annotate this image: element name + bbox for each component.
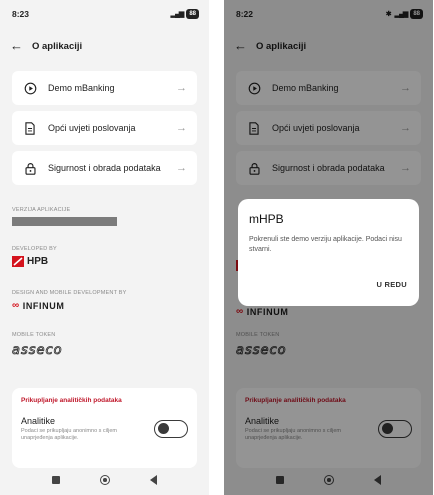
status-time: 8:23 — [12, 9, 30, 19]
analytics-section-title: Prikupljanje analitičkih podataka — [21, 397, 122, 404]
hpb-logo-icon — [12, 256, 24, 267]
developed-by-label: DEVELOPED BY — [12, 246, 57, 252]
page-title: O aplikaciji — [32, 40, 83, 52]
version-label: VERZIJA APLIKACIJE — [12, 207, 71, 213]
toggle-knob — [157, 423, 169, 434]
back-arrow-icon[interactable]: ← — [10, 39, 24, 53]
menu-item-label: Demo mBanking — [48, 83, 115, 93]
version-section: VERZIJA APLIKACIJE — [12, 207, 197, 226]
menu-item-security[interactable]: Sigurnost i obrada podataka → — [12, 151, 197, 185]
arrow-right-icon: → — [176, 82, 187, 94]
version-value-redacted — [12, 217, 117, 226]
about-screen-with-dialog: 8:22 ✱ ▂▄▆ 88 ← O aplikaciji Demo mBanki… — [224, 0, 433, 495]
signal-icon: ▂▄▆ — [170, 11, 185, 18]
menu-item-label: Opći uvjeti poslovanja — [48, 123, 136, 133]
play-circle-icon — [22, 80, 38, 96]
menu-item-demo-mbanking[interactable]: Demo mBanking → — [12, 71, 197, 105]
mobile-token-section: MOBILE TOKEN asseco — [12, 332, 197, 362]
mobile-token-label: MOBILE TOKEN — [12, 332, 56, 338]
arrow-right-icon: → — [176, 122, 187, 134]
document-icon — [22, 120, 38, 136]
arrow-right-icon: → — [176, 162, 187, 174]
analytics-description: Podaci se prikupljaju anonimno s ciljem … — [21, 428, 117, 441]
analytics-toggle[interactable] — [154, 420, 188, 438]
dialog-title: mHPB — [249, 212, 284, 226]
infinum-logo: ∞ INFINUM — [12, 300, 65, 311]
infinity-icon: ∞ — [12, 300, 20, 311]
dialog-ok-button[interactable]: U REDU — [376, 280, 407, 289]
status-bar: 8:23 ▂▄▆ 88 — [0, 0, 209, 28]
home-icon[interactable] — [100, 475, 110, 485]
battery-icon: 88 — [186, 9, 199, 19]
about-screen: 8:23 ▂▄▆ 88 ← O aplikaciji Demo mBanking… — [0, 0, 209, 495]
developed-by-section: DEVELOPED BY HPB — [12, 246, 197, 267]
asseco-logo: asseco — [12, 343, 197, 362]
hpb-logo: HPB — [12, 256, 197, 267]
app-bar: ← O aplikaciji — [0, 28, 209, 64]
system-nav-bar — [0, 475, 209, 485]
menu-item-label: Sigurnost i obrada podataka — [48, 163, 161, 173]
design-section: DESIGN AND MOBILE DEVELOPMENT BY ∞ INFIN… — [12, 290, 197, 311]
dialog-message: Pokrenuli ste demo verziju aplikacije. P… — [249, 236, 402, 253]
back-triangle-icon[interactable] — [150, 475, 157, 485]
analytics-title: Analitike — [21, 416, 56, 426]
menu-item-terms[interactable]: Opći uvjeti poslovanja → — [12, 111, 197, 145]
design-label: DESIGN AND MOBILE DEVELOPMENT BY — [12, 290, 127, 296]
analytics-row: Analitike Podaci se prikupljaju anonimno… — [21, 416, 188, 442]
analytics-panel: Prikupljanje analitičkih podataka Analit… — [12, 388, 197, 468]
recents-icon[interactable] — [52, 476, 60, 484]
demo-info-dialog: mHPB Pokrenuli ste demo verziju aplikaci… — [238, 199, 419, 306]
asseco-wordmark: asseco — [12, 343, 63, 357]
lock-icon — [22, 160, 38, 176]
